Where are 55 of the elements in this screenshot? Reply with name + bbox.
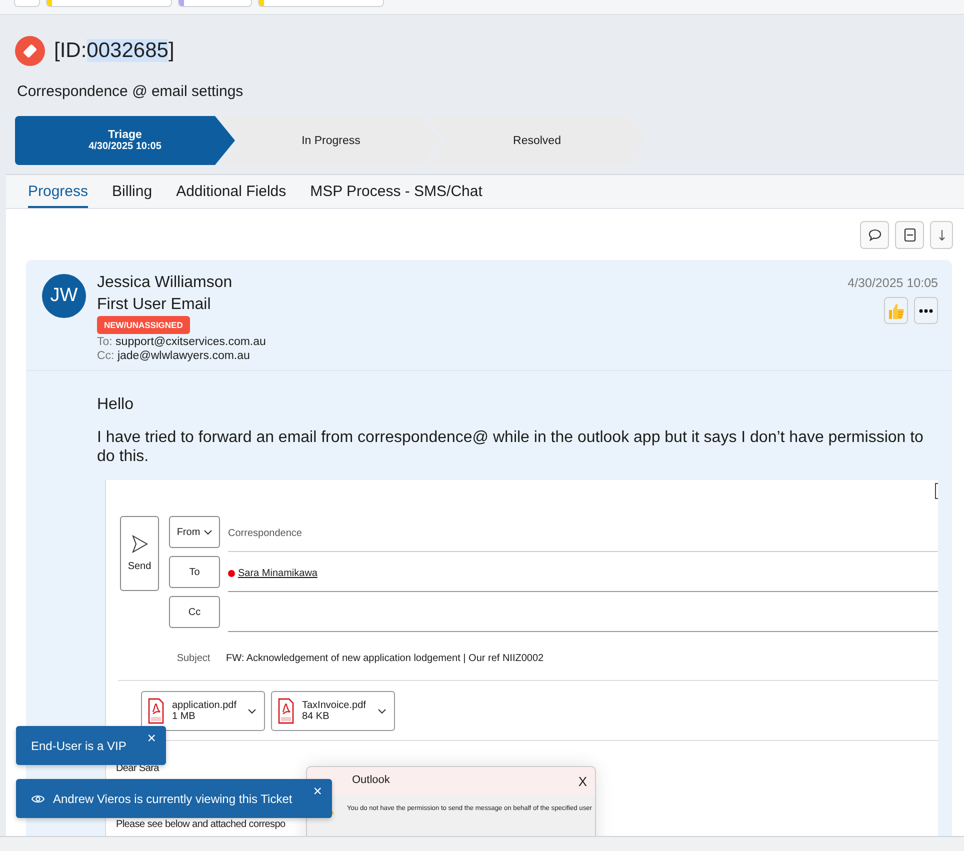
subject-text: FW: Acknowledgement of new application lodgement | Our ref NIIZ0002 [226, 652, 544, 664]
more-button[interactable] [914, 297, 938, 324]
ticket-title: Correspondence @ email settings [17, 83, 244, 100]
comment-button[interactable] [860, 221, 889, 249]
stage-step[interactable]: In Progress [221, 116, 441, 165]
top-tab[interactable] [14, 0, 40, 7]
avatar: JW [42, 274, 86, 318]
email-subject: First User Email [97, 296, 212, 314]
thumbs-up-icon [887, 302, 905, 320]
tab[interactable]: Billing [112, 183, 152, 208]
attachment: TaxInvoice.pdf 84 KB [271, 691, 395, 731]
email-date: 4/30/2025 10:05 [848, 276, 938, 290]
down-arrow-icon [938, 229, 946, 241]
sender-name: Jessica Williamson [97, 274, 234, 292]
pdf-file-icon [148, 698, 164, 724]
ticket-icon [15, 36, 45, 66]
more-icon [919, 308, 933, 312]
notification-text: End-User is a VIP [31, 738, 128, 752]
notification-text: Andrew Vieros is currently viewing this Ticket [53, 792, 294, 806]
email-paragraph: I have tried to forward an email from correspondence@ while in the outlook app but it says I don’t have permission to do this. [97, 428, 924, 466]
stage-step[interactable]: Resolved [427, 116, 647, 165]
to-address: support@cxitservices.com.au [116, 336, 266, 348]
scroll-down-button[interactable] [930, 221, 953, 249]
subject-label: Subject [176, 652, 212, 664]
to-label: To: [97, 336, 112, 348]
collapse-icon [904, 228, 916, 242]
presence-dot [228, 570, 235, 577]
close-label: X [578, 774, 587, 789]
like-button[interactable] [884, 297, 908, 324]
collapse-button[interactable] [895, 221, 924, 249]
chevron-down-icon [378, 708, 386, 714]
close-label[interactable]: × [313, 783, 322, 800]
recipient-name: Sara Minamikawa [238, 568, 318, 579]
status-badge: NEW/UNASSIGNED [97, 316, 190, 334]
speech-bubble-icon [868, 228, 882, 242]
dialog-title: Outlook [352, 774, 390, 788]
text-cursor-icon [935, 483, 938, 499]
cc-address: jade@wlwlawyers.com.au [117, 350, 250, 362]
cc-label: Cc: [97, 350, 114, 362]
top-tab[interactable] [46, 0, 172, 7]
tab[interactable]: MSP Process - SMS/Chat [310, 183, 482, 208]
tab[interactable]: Additional Fields [176, 183, 286, 208]
tab[interactable]: Progress [28, 183, 88, 208]
close-label[interactable]: × [147, 730, 156, 747]
from-value: Correspondence [228, 528, 302, 539]
top-tab[interactable] [178, 0, 252, 7]
chevron-down-icon [248, 708, 256, 714]
eye-icon [31, 794, 45, 804]
chevron-down-icon [204, 530, 212, 534]
top-tab[interactable] [258, 0, 384, 7]
send-icon [132, 535, 148, 553]
email-paragraph: Hello [97, 395, 134, 414]
stage-step[interactable]: Triage 4/30/2025 10:05 [15, 116, 235, 165]
pdf-file-icon [278, 698, 294, 724]
ticket-id: [ID:0032685] [54, 39, 174, 63]
